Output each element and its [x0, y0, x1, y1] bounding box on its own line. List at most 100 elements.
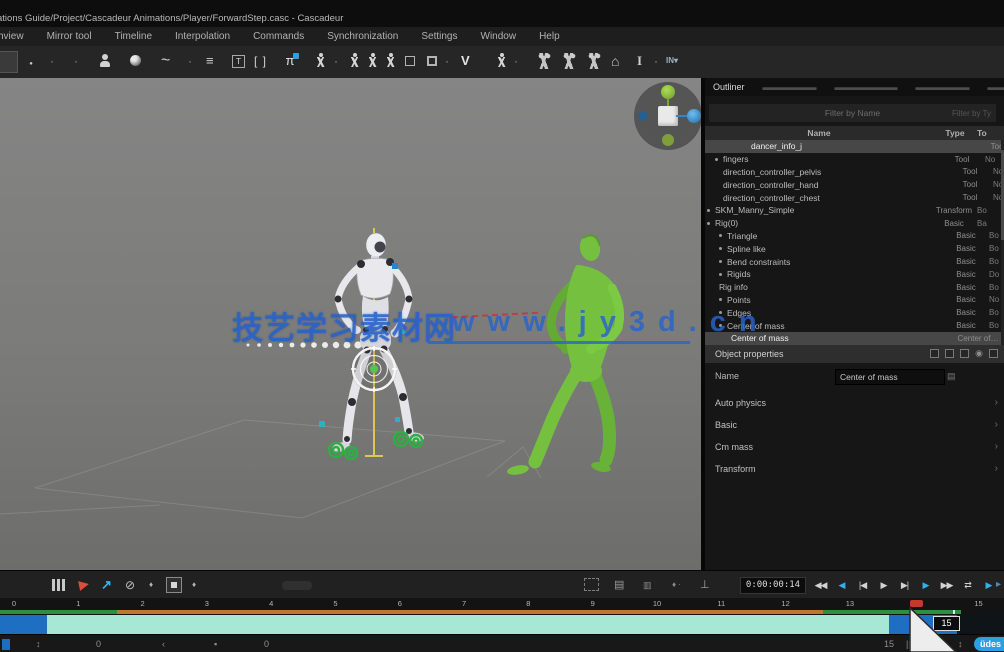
dropdown-dot-icon[interactable]: [654, 46, 658, 76]
section-transform[interactable]: Transform ›: [705, 459, 1004, 479]
keys-filter-icon[interactable]: ♦·: [672, 571, 683, 599]
cursor-arrow-icon[interactable]: ↗: [101, 571, 112, 599]
pause-icon[interactable]: ||: [906, 635, 911, 652]
column-tags[interactable]: To: [977, 128, 1003, 138]
pose-tool-icon[interactable]: [495, 46, 508, 76]
jump-to-start-button[interactable]: ◀◀: [812, 580, 829, 591]
split-icon[interactable]: [945, 349, 954, 358]
menu-item-timeline[interactable]: Timeline: [115, 31, 152, 42]
dropdown-dot-icon[interactable]: [188, 46, 192, 76]
home-pose-icon[interactable]: [611, 46, 619, 76]
menu-item-interpolation[interactable]: Interpolation: [175, 31, 230, 42]
center-of-mass-gizmo[interactable]: [351, 346, 397, 392]
green-character[interactable]: [506, 233, 619, 476]
pi-ghost-icon[interactable]: [282, 46, 298, 76]
outliner-row[interactable]: fingersToolNo: [705, 153, 1001, 166]
column-name[interactable]: Name: [705, 128, 933, 138]
column-type[interactable]: Type: [933, 128, 977, 138]
viewport-3d[interactable]: [0, 78, 701, 570]
notebook-icon[interactable]: [52, 579, 65, 591]
dropdown-dot-icon[interactable]: [514, 46, 518, 76]
outliner-row[interactable]: Bend constraintsBasicBo: [705, 255, 1001, 268]
prev-keyframe-button[interactable]: ◀: [833, 580, 850, 591]
timecode-display[interactable]: 0:00:00:14: [740, 577, 806, 594]
tripod-icon[interactable]: ⊥: [700, 571, 710, 599]
updown-icon[interactable]: ↕: [958, 635, 963, 652]
view-gizmo-x-neg[interactable]: [638, 111, 648, 121]
filter-type-label[interactable]: Filter by Ty: [952, 109, 991, 118]
select-box-filled-icon[interactable]: [427, 56, 437, 66]
rename-icon[interactable]: ▤: [947, 371, 956, 382]
paste-pose-icon[interactable]: [586, 46, 602, 76]
dropdown-dot-icon[interactable]: [50, 46, 54, 76]
status-blue-square[interactable]: [2, 639, 10, 650]
view-gizmo-x-axis[interactable]: [687, 109, 701, 123]
mode-pill[interactable]: [282, 581, 312, 590]
edge-button[interactable]: [0, 51, 18, 73]
outliner-row[interactable]: dancer_info_jToolNo: [705, 140, 1001, 153]
outliner-row[interactable]: SKM_Manny_SimpleTransformBo: [705, 204, 1001, 217]
view-gizmo-cube[interactable]: [658, 106, 678, 126]
character-icon[interactable]: [98, 46, 112, 76]
equalizer-icon[interactable]: [206, 46, 214, 76]
menu-item-chview[interactable]: chview: [0, 31, 24, 42]
play-physics-button[interactable]: ▶: [980, 580, 997, 591]
object-name-input[interactable]: [835, 369, 945, 385]
keyframe-icon[interactable]: ♦: [192, 571, 196, 599]
section-basic[interactable]: Basic ›: [705, 415, 1004, 435]
sphere-icon[interactable]: [129, 46, 143, 76]
next-frame-button[interactable]: ▶|: [896, 580, 913, 591]
mirror-pose-icon[interactable]: [536, 46, 552, 76]
timeline-track[interactable]: [0, 615, 1004, 634]
current-frame-marker[interactable]: [910, 600, 923, 607]
interval-button[interactable]: [166, 577, 182, 593]
outliner-row[interactable]: PointsBasicNo: [705, 294, 1001, 307]
outliner-row[interactable]: Rig infoBasicBo: [705, 281, 1001, 294]
tab-hidden-4[interactable]: ▬▬▬: [988, 82, 1004, 92]
run-mode-icon[interactable]: [314, 46, 327, 76]
point-tool-icon[interactable]: [28, 46, 34, 76]
outliner-filter-bar[interactable]: Filter by Name Filter by Ty: [709, 104, 996, 122]
copy-icon[interactable]: [960, 349, 969, 358]
tab-hidden-3[interactable]: ▬▬▬▬▬▬: [916, 82, 970, 92]
copy-pose-icon[interactable]: [561, 46, 577, 76]
text-tool-icon[interactable]: T: [232, 55, 245, 68]
play-button[interactable]: ▶: [875, 580, 892, 591]
section-auto-physics[interactable]: Auto physics ›: [705, 393, 1004, 413]
tab-hidden-2[interactable]: ▬▬▬▬▬▬▬: [835, 82, 898, 92]
ibeam-tool-icon[interactable]: [637, 46, 642, 76]
loop-button[interactable]: ⇄: [959, 580, 976, 591]
eye-icon[interactable]: ◉: [975, 349, 983, 358]
outliner-row[interactable]: direction_controller_pelvisToolNo: [705, 166, 1001, 179]
timeline-more-icon[interactable]: ▸: [996, 571, 1001, 599]
view-gizmo-y-neg[interactable]: [662, 134, 674, 146]
jump-to-end-button[interactable]: ▶▶: [938, 580, 955, 591]
next-keyframe-button[interactable]: ▶: [917, 580, 934, 591]
chevron-left-icon[interactable]: ‹: [162, 635, 165, 652]
flag-icon[interactable]: [78, 579, 90, 591]
interpolation-mode-button[interactable]: IN▾: [666, 46, 678, 76]
pin-icon[interactable]: [930, 349, 939, 358]
prev-frame-button[interactable]: |◀: [854, 580, 871, 591]
section-cm-mass[interactable]: Cm mass ›: [705, 437, 1004, 457]
outliner-row[interactable]: Center of massCenter of…St: [705, 332, 1001, 345]
disable-icon[interactable]: ⊘: [125, 571, 135, 599]
animation-mode-icon[interactable]: [348, 46, 361, 76]
view-gizmo-y-axis[interactable]: [661, 85, 675, 99]
keyframe-icon[interactable]: ♦: [149, 571, 153, 599]
animation-mode-icon[interactable]: [366, 46, 379, 76]
curve-tool-icon[interactable]: [161, 46, 170, 76]
tab-outliner[interactable]: Outliner: [713, 82, 745, 92]
fps-icon[interactable]: ▥: [643, 571, 652, 599]
brackets-icon[interactable]: [ ]: [254, 46, 267, 76]
outliner-row[interactable]: direction_controller_chestToolNo: [705, 191, 1001, 204]
stop-icon[interactable]: ▪: [214, 635, 217, 652]
track-teal-segment[interactable]: [47, 615, 889, 634]
menu-item-window[interactable]: Window: [481, 31, 517, 42]
menu-item-help[interactable]: Help: [539, 31, 560, 42]
updown-icon[interactable]: ↕: [36, 635, 41, 652]
select-box-icon[interactable]: [405, 56, 415, 66]
outliner-row[interactable]: Center of massBasicBo: [705, 319, 1001, 332]
track-blue-segment[interactable]: [0, 615, 47, 634]
settings-icon[interactable]: [989, 349, 998, 358]
